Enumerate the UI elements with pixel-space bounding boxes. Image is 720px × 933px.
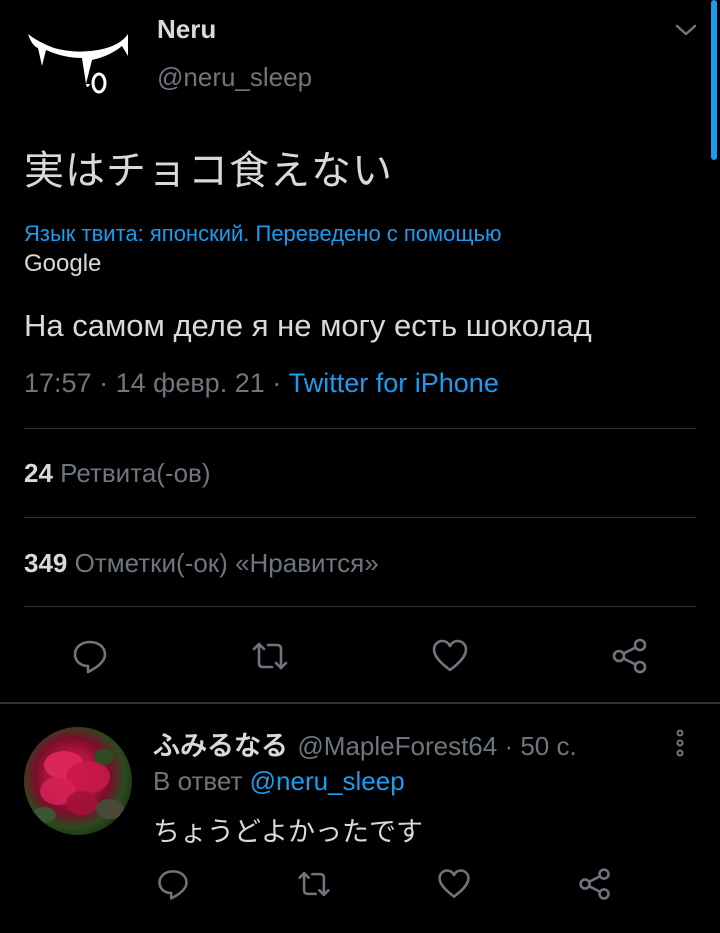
reply-icon[interactable] [70,636,110,676]
reply-prefix: В ответ [153,766,243,796]
share-icon[interactable] [577,866,613,902]
scrollbar[interactable] [711,0,717,160]
tweet-date[interactable]: 14 февр. 21 [116,368,265,398]
tweet-source[interactable]: Twitter for iPhone [289,368,499,398]
likes-stat[interactable]: 349 Отметки(-ок) «Нравится» [24,548,379,579]
divider [24,517,696,518]
section-divider [0,702,720,704]
author-handle[interactable]: @neru_sleep [157,62,312,93]
reply-author-handle[interactable]: @MapleForest64 [297,731,497,761]
heart-icon[interactable] [436,866,472,902]
reply-to-handle[interactable]: @neru_sleep [250,766,405,796]
reply-age: 50 с. [520,731,577,761]
retweet-icon[interactable] [296,866,332,902]
translation-provider: Google [24,250,102,277]
retweets-stat[interactable]: 24 Ретвита(-ов) [24,458,211,489]
translation-note[interactable]: Язык твита: японский. Переведено с помощ… [24,221,501,247]
reply-author-avatar[interactable] [24,727,132,835]
likes-label: Отметки(-ок) «Нравится» [74,548,379,578]
reply-author-name[interactable]: ふみるなる [153,731,288,762]
retweet-icon[interactable] [250,636,290,676]
reply-author-line: ふみるなる @MapleForest64 · 50 с. [153,731,577,762]
share-icon[interactable] [610,636,650,676]
flower-image [32,749,124,823]
translated-text: На самом деле я не могу есть шоколад [24,308,592,343]
divider [24,606,696,607]
divider [24,428,696,429]
reply-text: ちょうどよかったです [153,817,423,848]
avatar-logo-icon [28,34,128,94]
chevron-down-icon[interactable] [672,18,700,42]
author-name[interactable]: Neru [157,14,216,45]
reply-to-line: В ответ @neru_sleep [153,766,405,797]
tweet-meta: 17:57 · 14 февр. 21 · Twitter for iPhone [24,368,499,398]
more-vertical-icon[interactable] [672,728,688,758]
retweets-label: Ретвита(-ов) [60,458,211,488]
tweet-text: 実はチョコ食えない [24,148,393,194]
tweet-time: 17:57 [24,368,92,398]
heart-icon[interactable] [430,636,470,676]
likes-count: 349 [24,548,68,578]
reply-icon[interactable] [155,866,191,902]
retweets-count: 24 [24,458,53,488]
author-avatar[interactable] [24,20,134,100]
